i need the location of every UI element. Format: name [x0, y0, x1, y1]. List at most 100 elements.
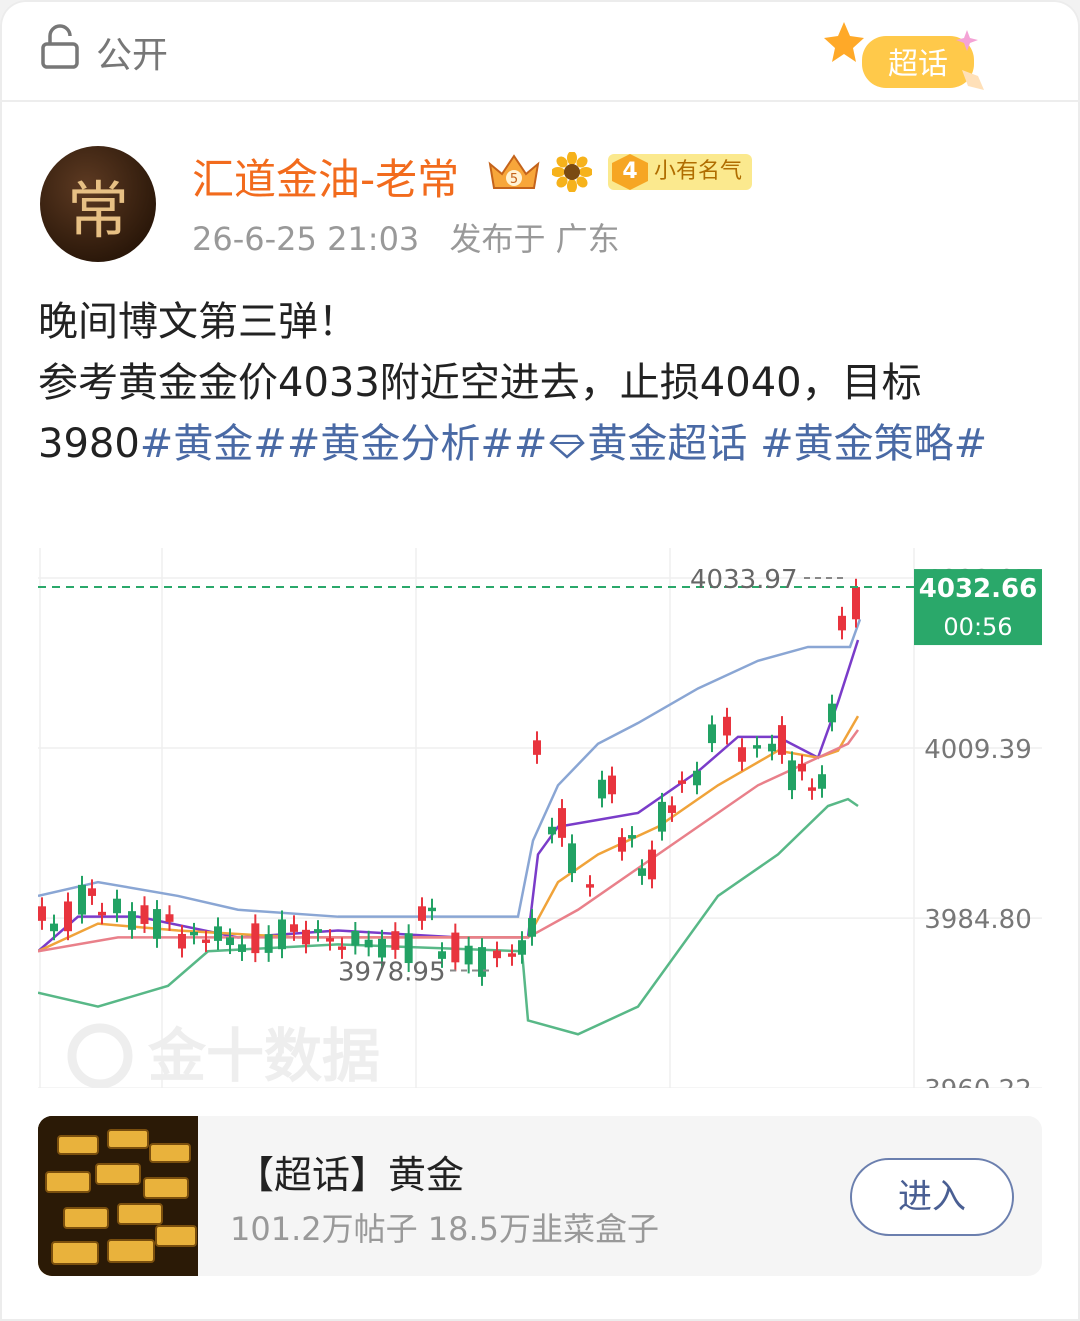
- y-tick-label: 3960.22: [924, 1075, 1032, 1088]
- supertopic-badge-label: 超话: [888, 47, 948, 82]
- tag-gold-supertopic[interactable]: # 黄金超话: [514, 421, 760, 467]
- watermark-logo-icon: [67, 1023, 133, 1088]
- candle-body: [628, 835, 636, 839]
- candle-body: [852, 587, 860, 620]
- chart-watermark-group: 金十数据: [67, 1022, 380, 1088]
- candle-body: [290, 924, 298, 932]
- level-badge[interactable]: 4 小有名气: [608, 154, 753, 190]
- candle-body: [378, 938, 386, 958]
- candle-body: [838, 615, 846, 631]
- candle-body: [478, 947, 486, 977]
- candle-body: [98, 911, 106, 916]
- candle-body: [648, 849, 656, 880]
- supertopic-card[interactable]: 【超话】黄金 101.2万帖子 18.5万韭菜盒子 进入: [38, 1116, 1042, 1276]
- candle-body: [638, 868, 646, 876]
- candle-body: [738, 747, 746, 762]
- candle-body: [113, 898, 121, 914]
- candle-body: [50, 923, 58, 932]
- tag-gold-analysis[interactable]: #黄金分析#: [287, 421, 514, 467]
- candle-body: [618, 837, 626, 852]
- candle-body: [723, 716, 731, 736]
- author-avatar[interactable]: 常: [40, 146, 156, 262]
- candle-body: [798, 763, 806, 772]
- avatar-character: 常: [66, 174, 129, 247]
- candle-body: [558, 808, 566, 838]
- candle-body: [351, 930, 360, 946]
- candle-body: [678, 780, 686, 784]
- post-card: 公开 超话 常 汇道金油-老常 5 4 小有名气 26-6-25 21:03 发…: [0, 0, 1080, 1321]
- chart-grid: [38, 548, 1042, 1088]
- post-location: 发布于 广东: [449, 220, 620, 258]
- candle-body: [528, 918, 536, 937]
- post-line-3: 3980#黄金##黄金分析## 黄金超话 #黄金策略#: [38, 414, 1048, 475]
- crown-vip-icon[interactable]: 5: [486, 150, 542, 196]
- candle-body: [38, 906, 46, 921]
- candle-body: [64, 901, 72, 932]
- level-number: 4: [612, 154, 648, 190]
- tag-gold[interactable]: #黄金#: [140, 421, 287, 467]
- visibility-label[interactable]: 公开: [96, 26, 168, 78]
- candle-body: [428, 907, 436, 912]
- candle-body: [808, 787, 816, 791]
- chart-bottom-edge: [38, 1088, 1042, 1118]
- candle-body: [226, 937, 234, 946]
- unlock-icon: [41, 24, 79, 69]
- candle-body: [708, 724, 716, 744]
- target-value: 3980: [38, 421, 140, 467]
- candle-body: [818, 774, 826, 789]
- candle-body: [451, 932, 460, 963]
- chart-watermark: 金十数据: [148, 1022, 380, 1088]
- candle-body: [278, 919, 286, 950]
- enter-supertopic-button[interactable]: 进入: [850, 1158, 1014, 1236]
- current-price-label: 4032.66: [919, 574, 1037, 604]
- candle-body: [508, 953, 516, 957]
- candle-body: [533, 740, 541, 755]
- post-line-2: 参考黄金金价4033附近空进去，止损4040，目标: [38, 360, 922, 406]
- candle-body: [391, 931, 400, 950]
- candle-body: [214, 926, 222, 941]
- candle-body: [78, 884, 86, 915]
- y-tick-label: 4009.39: [924, 735, 1032, 765]
- supertopic-badge[interactable]: 超话: [822, 18, 992, 96]
- gold-price-chart[interactable]: 金十数据 4033.97 4009.39 3984.80 3960.22 4032.66…: [38, 548, 1042, 1088]
- candle-body: [88, 888, 96, 896]
- supertopic-title: 【超话】黄金: [236, 1153, 465, 1197]
- post-body: 晚间博文第三弹！ 参考黄金金价4033附近空进去，止损4040，目标 3980#…: [38, 292, 1048, 475]
- diamond-icon: [549, 434, 586, 459]
- high-marker-label: 4033.97: [690, 565, 798, 595]
- supertopic-stats: 101.2万帖子 18.5万韭菜盒子: [230, 1210, 660, 1248]
- author-name[interactable]: 汇道金油-老常: [192, 146, 459, 207]
- sunflower-icon[interactable]: [552, 152, 592, 192]
- candle-body: [326, 938, 334, 942]
- candle-body: [778, 725, 786, 755]
- candle-body: [153, 909, 161, 939]
- candle-body: [364, 939, 373, 948]
- candle-body: [302, 929, 310, 945]
- candle-body: [140, 905, 149, 924]
- post-timestamp: 26-6-25 21:03: [192, 220, 420, 258]
- candle-body: [202, 939, 210, 943]
- post-line-1: 晚间博文第三弹！: [38, 299, 358, 345]
- ma-purple-line: [38, 639, 860, 953]
- candle-body: [568, 843, 576, 874]
- candle-body: [165, 914, 174, 922]
- candle-body: [264, 934, 273, 953]
- candle-body: [251, 923, 260, 954]
- candle-body: [598, 779, 606, 799]
- candle-body: [314, 929, 322, 933]
- tag-gold-strategy[interactable]: #黄金策略#: [760, 421, 987, 467]
- candle-body: [464, 945, 473, 965]
- countdown-label: 00:56: [943, 613, 1012, 641]
- post-topbar: 公开 超话: [0, 0, 1080, 102]
- candle-body: [418, 906, 426, 921]
- tag-hash: #: [513, 421, 548, 467]
- svg-text:5: 5: [510, 172, 518, 187]
- candle-body: [128, 911, 136, 930]
- candle-body: [518, 940, 526, 955]
- candle-body: [768, 743, 776, 752]
- candle-body: [548, 826, 556, 835]
- candle-body: [586, 884, 594, 888]
- candle-body: [753, 745, 761, 749]
- tag-supertopic-name: 黄金超话: [587, 421, 748, 467]
- candle-body: [693, 770, 701, 786]
